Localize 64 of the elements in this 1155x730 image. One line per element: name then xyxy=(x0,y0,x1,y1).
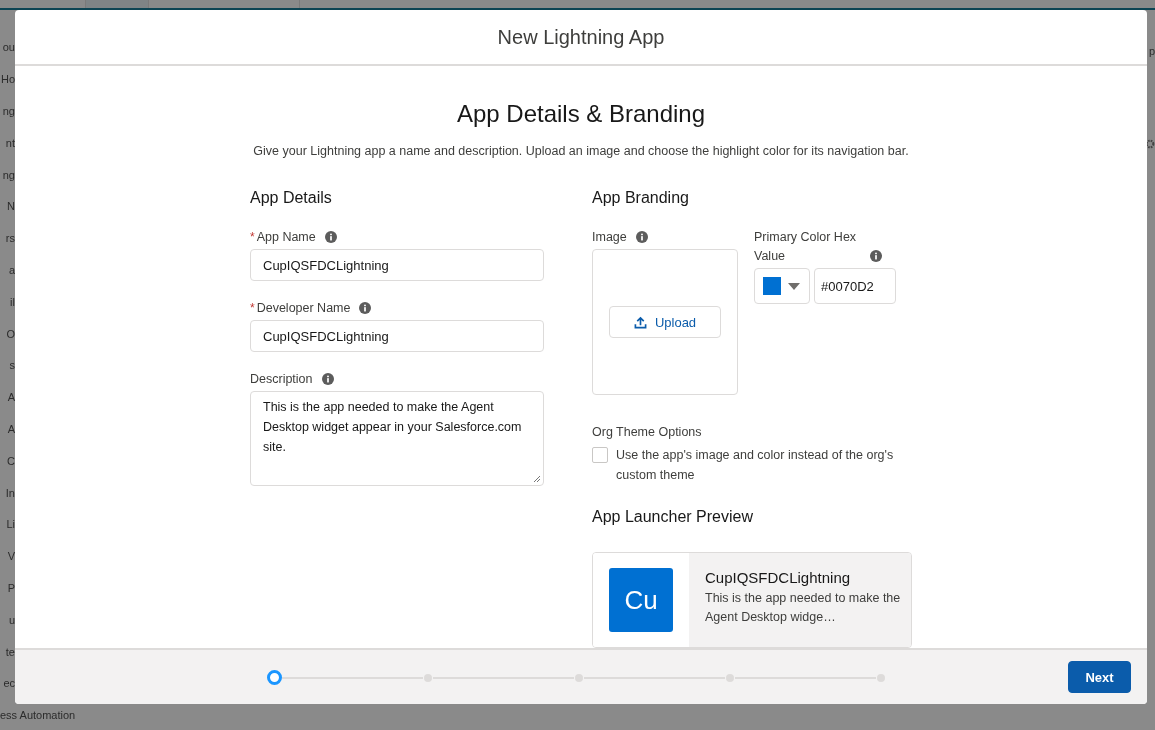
field-label: Image xyxy=(592,230,627,245)
step-indicator[interactable] xyxy=(575,674,583,682)
app-name: CupIQSFDCLightning xyxy=(705,569,852,587)
field-label: App Name xyxy=(256,230,316,245)
color-picker-button[interactable] xyxy=(754,268,810,305)
upload-icon xyxy=(633,316,647,329)
step-indicator[interactable] xyxy=(726,674,734,682)
section-title: App Launcher Preview xyxy=(592,507,754,528)
info-icon xyxy=(635,231,648,244)
field-label: Developer Name xyxy=(256,301,351,316)
info-icon xyxy=(324,231,337,244)
hex-color-field[interactable]: #0070D2 xyxy=(814,268,896,305)
sidebar-item: nt xyxy=(5,136,15,149)
intro-text: Give your Lightning app a name and description. Upload an image and choose the highlight color for its navigation bar. xyxy=(253,144,909,159)
sidebar-item: rs xyxy=(5,232,15,245)
sidebar-item: In xyxy=(5,486,15,499)
field-label: Org Theme Options xyxy=(592,425,703,440)
sidebar-item: N xyxy=(7,200,15,213)
upload-button[interactable]: Upload xyxy=(609,306,721,339)
sidebar-item: V xyxy=(7,550,15,563)
sidebar-item: ou xyxy=(2,41,15,54)
sidebar-item: P xyxy=(7,581,15,594)
sidebar-item: ess Automation xyxy=(0,709,76,722)
info-icon xyxy=(359,302,372,315)
sidebar-item: Ho xyxy=(0,73,15,86)
info-icon xyxy=(870,250,882,263)
description-field[interactable]: This is the app needed to make the Agent Desktop widget appear in your Salesforce.com site. xyxy=(250,391,544,487)
sidebar-item: il xyxy=(10,295,15,308)
sidebar-item: a xyxy=(8,263,15,276)
app-description: This is the app needed to make the Agent Desktop widge… xyxy=(705,590,901,627)
step-indicator[interactable] xyxy=(267,670,282,686)
sidebar-item: ec xyxy=(3,677,15,690)
resize-handle-icon xyxy=(533,475,541,484)
sidebar-item: Li xyxy=(6,518,15,531)
text-field[interactable]: CupIQSFDCLightning xyxy=(250,249,544,282)
section-title: App Details xyxy=(250,188,333,209)
sidebar-item: O xyxy=(6,327,15,340)
section-heading: App Details & Branding xyxy=(456,100,706,129)
app-tile: Cu xyxy=(609,568,673,633)
required-mark: * xyxy=(250,230,255,245)
step-indicator[interactable] xyxy=(877,674,885,682)
checkbox-label: Use the app's image and color instead of the org's custom theme xyxy=(616,447,895,485)
image-drop-area[interactable]: Upload xyxy=(592,249,738,396)
gear-icon xyxy=(1145,139,1155,149)
caret-icon xyxy=(788,283,800,290)
section-title: App Branding xyxy=(592,188,690,209)
step-indicator[interactable] xyxy=(424,674,432,682)
sidebar-item: C xyxy=(7,454,15,467)
sidebar-item: A xyxy=(7,422,15,435)
text-field[interactable]: CupIQSFDCLightning xyxy=(250,320,544,353)
sidebar-item: s xyxy=(9,359,15,372)
sidebar-item: ng xyxy=(2,168,15,181)
sidebar-item: A xyxy=(7,391,15,404)
required-mark: * xyxy=(250,301,255,316)
modal-title: New Lightning App xyxy=(497,25,665,49)
field-label: Description xyxy=(250,372,313,387)
field-label: Primary Color Hex Value xyxy=(754,229,858,266)
header-text: p xyxy=(1148,45,1155,57)
next-button[interactable]: Next xyxy=(1068,661,1131,694)
sidebar-item: ng xyxy=(2,105,15,117)
info-icon xyxy=(321,373,334,386)
checkbox[interactable] xyxy=(592,447,608,464)
sidebar-item: te xyxy=(5,645,15,658)
sidebar-item: u xyxy=(8,613,15,626)
